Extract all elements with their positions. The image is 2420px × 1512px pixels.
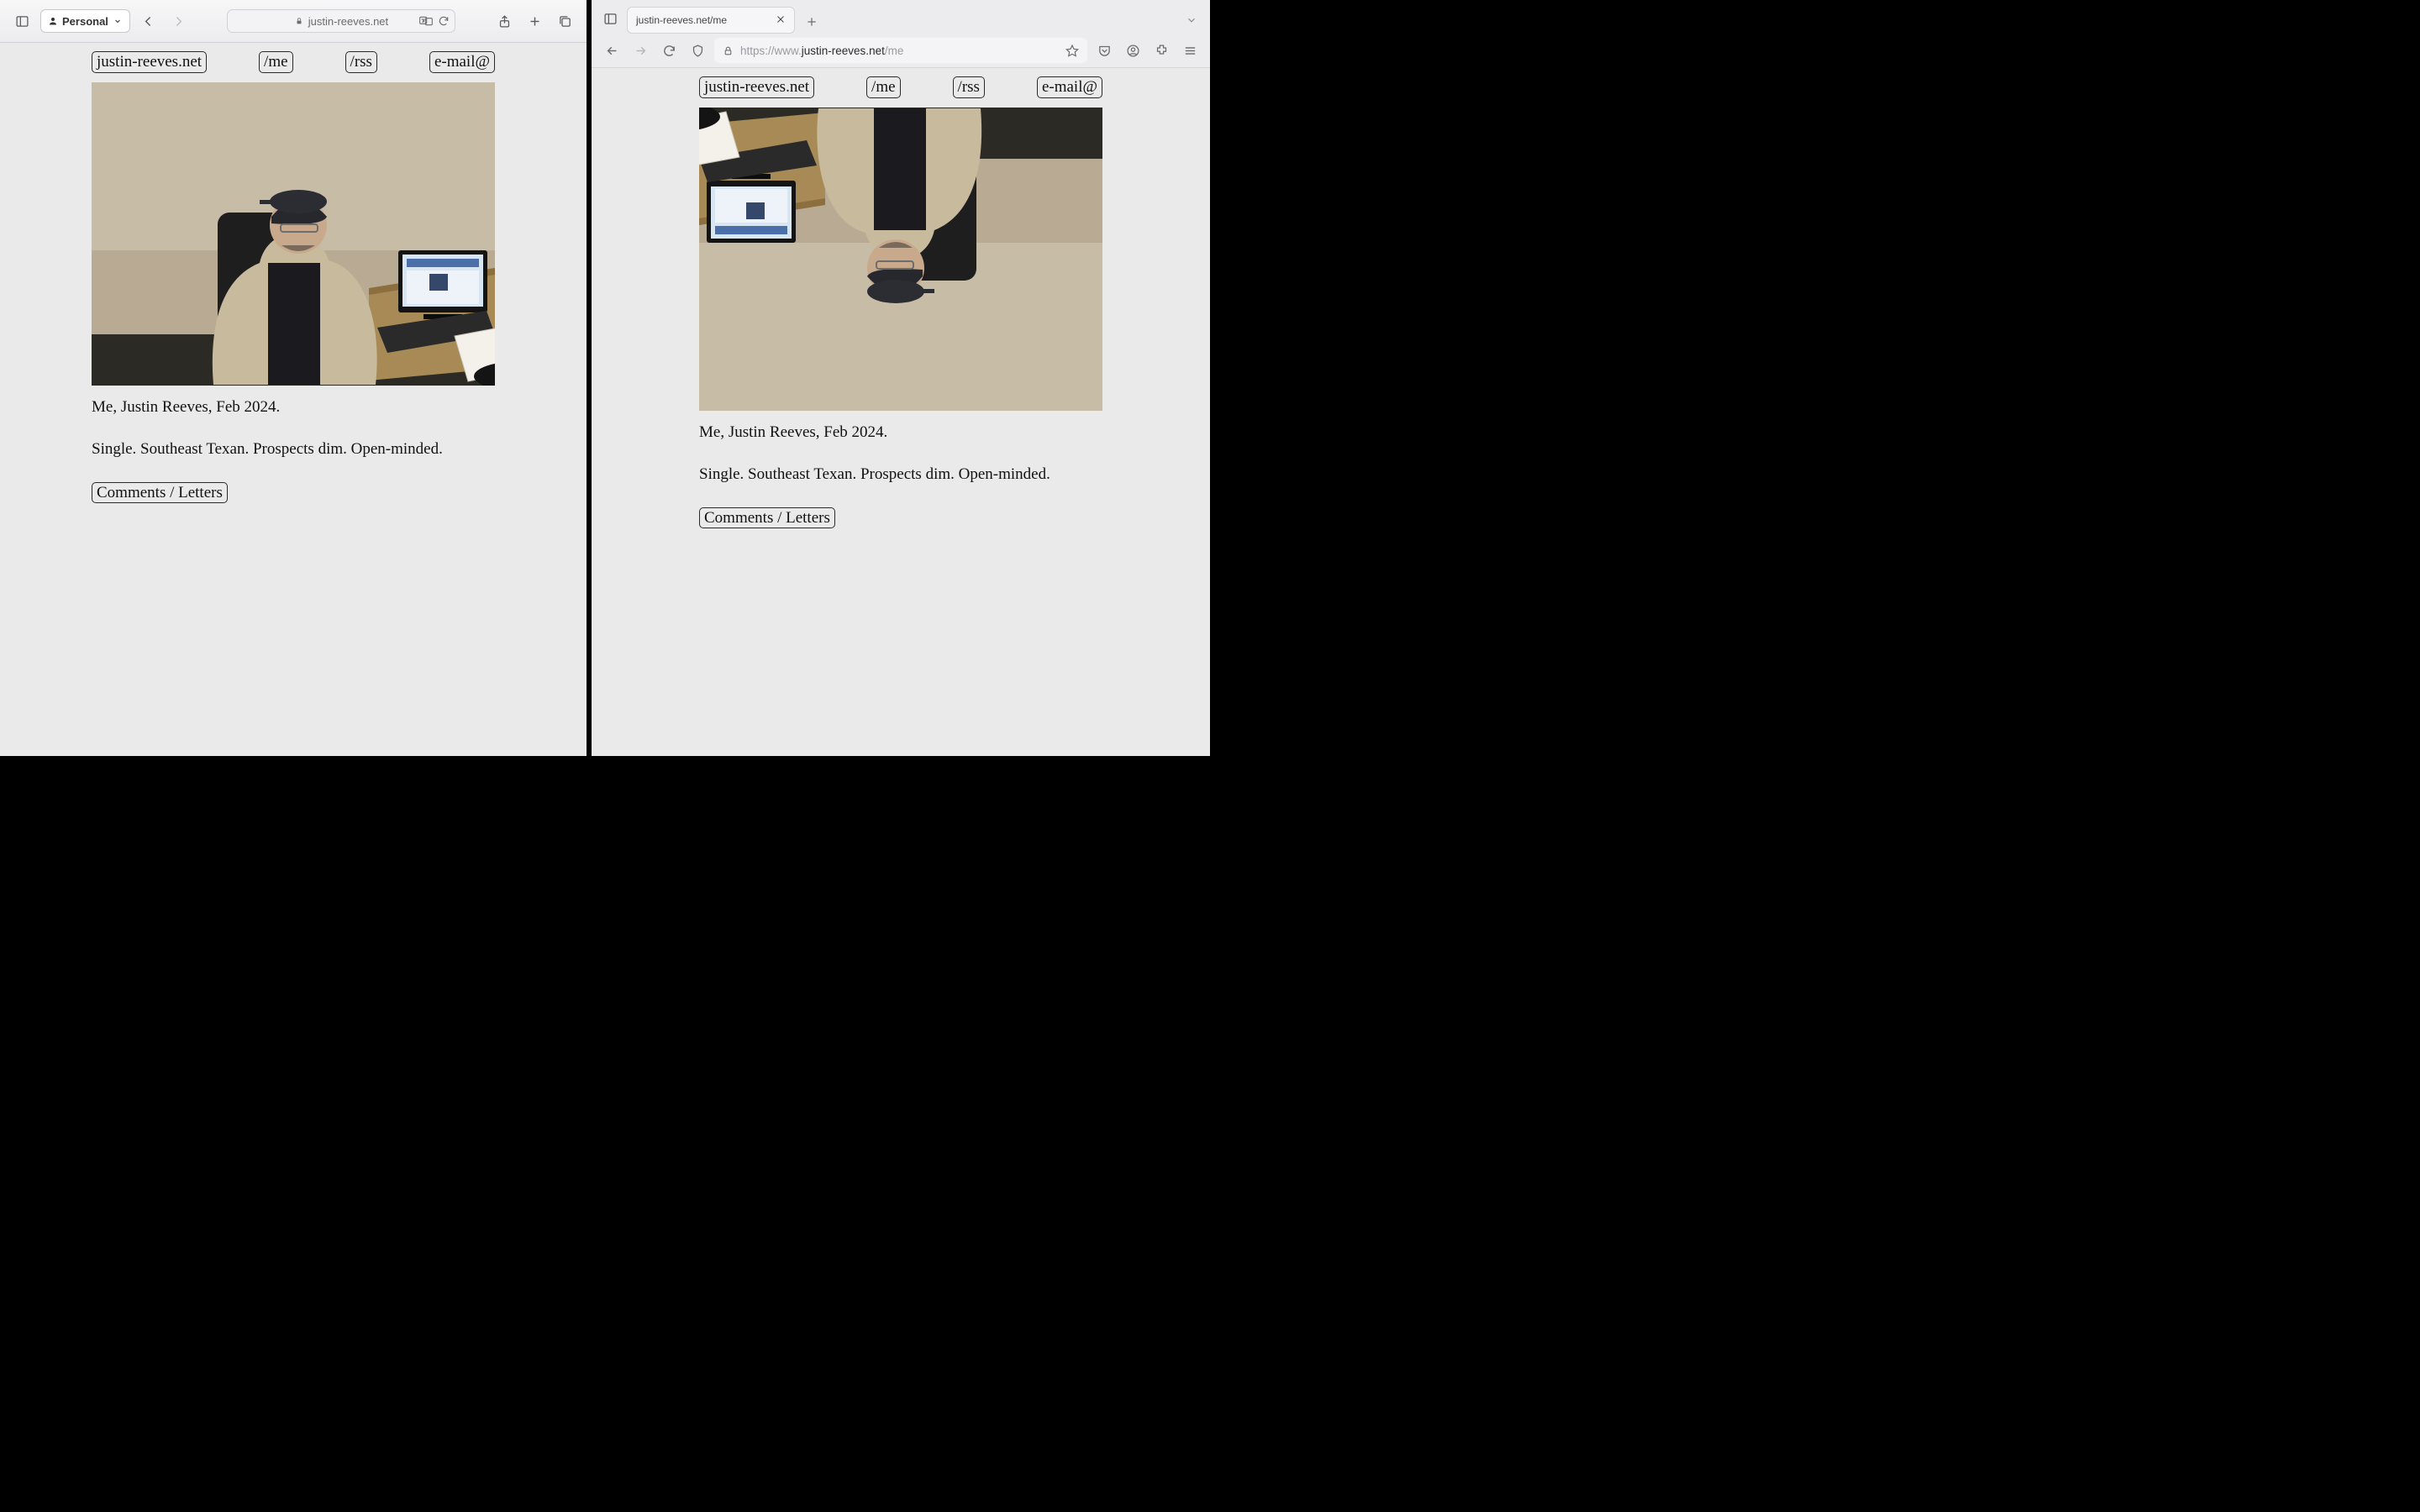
firefox-tabstrip: justin-reeves.net/me bbox=[592, 0, 1210, 34]
shield-icon[interactable] bbox=[686, 39, 709, 62]
firefox-sidebar-icon[interactable] bbox=[598, 7, 622, 30]
nav-me[interactable]: /me bbox=[866, 76, 901, 98]
ff-reload-button[interactable] bbox=[657, 39, 681, 62]
nav-home[interactable]: justin-reeves.net bbox=[92, 51, 207, 73]
account-icon[interactable] bbox=[1121, 39, 1144, 62]
new-tab-icon[interactable] bbox=[523, 9, 546, 33]
comments-link[interactable]: Comments / Letters bbox=[699, 507, 835, 528]
nav-rss[interactable]: /rss bbox=[953, 76, 985, 98]
extensions-icon[interactable] bbox=[1150, 39, 1173, 62]
bio-line: Single. Southeast Texan. Prospects dim. … bbox=[699, 465, 1102, 484]
firefox-new-tab[interactable] bbox=[800, 10, 823, 34]
ff-url: https://www.justin-reeves.net/me bbox=[740, 45, 903, 57]
firefox-tab-active[interactable]: justin-reeves.net/me bbox=[627, 7, 795, 34]
bio-line: Single. Southeast Texan. Prospects dim. … bbox=[92, 440, 495, 459]
site-nav: justin-reeves.net /me /rss e-mail@ bbox=[699, 76, 1102, 98]
safari-url: justin-reeves.net bbox=[308, 15, 388, 28]
firefox-viewport: justin-reeves.net /me /rss e-mail@ bbox=[592, 68, 1210, 756]
tabs-overview-icon[interactable] bbox=[553, 9, 576, 33]
photo-caption: Me, Justin Reeves, Feb 2024. bbox=[92, 398, 495, 417]
menu-icon[interactable] bbox=[1178, 39, 1202, 62]
lock-icon bbox=[295, 17, 303, 25]
safari-toolbar: Personal justin-reeves.net bbox=[0, 0, 587, 43]
share-icon[interactable] bbox=[492, 9, 516, 33]
photo-caption: Me, Justin Reeves, Feb 2024. bbox=[699, 423, 1102, 442]
forward-button[interactable] bbox=[167, 9, 191, 33]
profile-photo bbox=[92, 82, 495, 386]
back-button[interactable] bbox=[137, 9, 160, 33]
comments-link[interactable]: Comments / Letters bbox=[92, 482, 228, 503]
profile-photo-rotated bbox=[699, 108, 1102, 411]
profile-selector[interactable]: Personal bbox=[40, 9, 130, 33]
firefox-tab-title: justin-reeves.net/me bbox=[636, 14, 727, 26]
lock-icon bbox=[723, 45, 734, 56]
nav-rss[interactable]: /rss bbox=[345, 51, 377, 73]
reload-icon[interactable] bbox=[438, 15, 450, 27]
firefox-address-bar[interactable]: https://www.justin-reeves.net/me bbox=[714, 38, 1087, 63]
bookmark-star-icon[interactable] bbox=[1065, 44, 1079, 57]
tab-close-icon[interactable] bbox=[776, 14, 786, 27]
firefox-window: justin-reeves.net/me https://www.justin-… bbox=[592, 0, 1210, 756]
safari-window: Personal justin-reeves.net bbox=[0, 0, 587, 756]
tabs-dropdown-icon[interactable] bbox=[1180, 7, 1203, 34]
page-content: justin-reeves.net /me /rss e-mail@ bbox=[92, 51, 495, 536]
ff-forward-button[interactable] bbox=[629, 39, 652, 62]
ff-back-button[interactable] bbox=[600, 39, 623, 62]
safari-viewport: justin-reeves.net /me /rss e-mail@ bbox=[0, 43, 587, 756]
sidebar-toggle-icon[interactable] bbox=[10, 9, 34, 33]
firefox-toolbar: https://www.justin-reeves.net/me bbox=[592, 34, 1210, 68]
nav-home[interactable]: justin-reeves.net bbox=[699, 76, 814, 98]
profile-label: Personal bbox=[62, 15, 108, 28]
translate-icon[interactable] bbox=[419, 15, 433, 27]
page-content: justin-reeves.net /me /rss e-mail@ bbox=[699, 76, 1102, 561]
nav-email[interactable]: e-mail@ bbox=[1037, 76, 1102, 98]
nav-email[interactable]: e-mail@ bbox=[429, 51, 495, 73]
pocket-icon[interactable] bbox=[1092, 39, 1116, 62]
nav-me[interactable]: /me bbox=[259, 51, 293, 73]
site-nav: justin-reeves.net /me /rss e-mail@ bbox=[92, 51, 495, 73]
safari-address-bar[interactable]: justin-reeves.net bbox=[227, 9, 455, 33]
